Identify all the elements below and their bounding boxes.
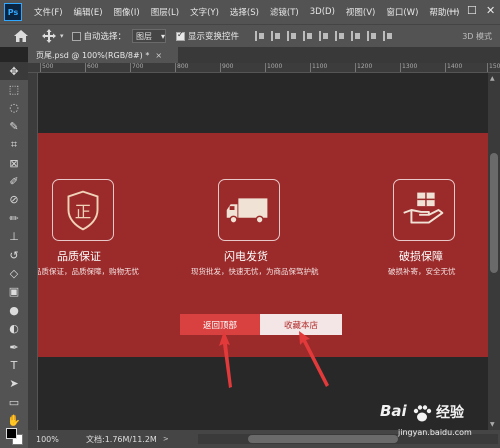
vertical-scrollbar[interactable]: ▲ ▼ bbox=[488, 73, 500, 430]
lasso-tool-icon[interactable]: ◌ bbox=[0, 99, 28, 117]
brush-tool-icon[interactable]: ✏ bbox=[0, 209, 28, 227]
maximize-button[interactable]: ☐ bbox=[467, 4, 477, 17]
ruler-tick: 800 bbox=[175, 63, 188, 72]
align-left-icon[interactable] bbox=[255, 31, 265, 41]
scroll-up-arrow-icon[interactable]: ▲ bbox=[490, 75, 495, 82]
ruler-tick: 1200 bbox=[355, 63, 372, 72]
menu-window[interactable]: 窗口(W) bbox=[386, 6, 418, 18]
watermark-brand: Bai bbox=[380, 402, 407, 420]
feature-desc-shipping: 现货批发，快速无忧，为商品保驾护航 bbox=[191, 267, 319, 276]
ruler-tick: 1500 bbox=[487, 63, 500, 72]
menu-view[interactable]: 视图(V) bbox=[346, 6, 375, 18]
crop-tool-icon[interactable]: ⌗ bbox=[0, 136, 28, 154]
close-window-button[interactable]: ✕ bbox=[486, 4, 495, 17]
shield-zheng-icon: 正 bbox=[52, 179, 114, 241]
pen-tool-icon[interactable]: ✒ bbox=[0, 338, 28, 356]
chevron-down-icon: ▾ bbox=[161, 31, 166, 41]
document-tab[interactable]: 页尾.psd @ 100%(RGB/8#) * × bbox=[28, 47, 178, 63]
ruler-tick: 1000 bbox=[265, 63, 282, 72]
distribute-bottom-icon[interactable] bbox=[383, 31, 393, 41]
menu-filter[interactable]: 滤镜(T) bbox=[270, 6, 299, 18]
ruler-tick: 1100 bbox=[310, 63, 327, 72]
menu-file[interactable]: 文件(F) bbox=[34, 6, 63, 18]
horizontal-ruler: 500 600 700 800 900 1000 1100 1200 1300 … bbox=[28, 63, 500, 73]
move-tool-icon[interactable] bbox=[42, 29, 56, 43]
frame-tool-icon[interactable]: ⊠ bbox=[0, 154, 28, 172]
watermark-brand-suffix: 经验 bbox=[436, 405, 464, 421]
auto-select-value: 图层 bbox=[136, 31, 153, 41]
horizontal-scroll-thumb[interactable] bbox=[248, 435, 398, 443]
shield-glyph: 正 bbox=[75, 203, 91, 222]
ruler-tick: 1400 bbox=[445, 63, 462, 72]
document-info: 文档:1.76M/11.2M bbox=[86, 434, 157, 444]
feature-title-damage: 破损保障 bbox=[399, 250, 443, 263]
align-right-icon[interactable] bbox=[287, 31, 297, 41]
status-menu-arrow-icon[interactable]: > bbox=[163, 435, 169, 443]
move-tool-icon[interactable]: ✥ bbox=[0, 62, 28, 81]
annotation-arrow-right bbox=[299, 331, 329, 387]
watermark-url: jingyan.baidu.com bbox=[398, 428, 472, 437]
healing-brush-icon[interactable]: ⊘ bbox=[0, 191, 28, 209]
auto-select-dropdown[interactable]: 图层 ▾ bbox=[132, 29, 167, 43]
menu-edit[interactable]: 编辑(E) bbox=[74, 6, 103, 18]
document-title: 页尾.psd @ 100%(RGB/8#) * bbox=[36, 50, 150, 60]
annotation-arrow-left bbox=[219, 331, 232, 388]
home-icon[interactable] bbox=[14, 30, 28, 42]
menu-select[interactable]: 选择(S) bbox=[230, 6, 259, 18]
baidu-jingyan-watermark: Bai 经验 jingyan.baidu.com bbox=[380, 402, 496, 444]
minimize-button[interactable]: — bbox=[448, 4, 459, 17]
document-canvas[interactable]: 正 品质保证 品质保证，品质保障，购物无忧 闪电发货 现货批发，快速无忧，为商品… bbox=[38, 73, 488, 430]
menu-layer[interactable]: 图层(L) bbox=[151, 6, 179, 18]
zoom-level[interactable]: 100% bbox=[36, 435, 66, 444]
align-top-icon[interactable] bbox=[303, 31, 313, 41]
feature-title-shipping: 闪电发货 bbox=[224, 250, 268, 263]
document-tab-bar: 页尾.psd @ 100%(RGB/8#) * × bbox=[28, 47, 500, 63]
auto-select-checkbox[interactable] bbox=[71, 31, 81, 41]
ruler-tick: 700 bbox=[130, 63, 143, 72]
chevron-down-icon[interactable]: ▾ bbox=[60, 32, 64, 40]
auto-select-label: 自动选择： bbox=[83, 32, 127, 42]
align-middle-icon[interactable] bbox=[319, 31, 329, 41]
path-select-icon[interactable]: ➤ bbox=[0, 375, 28, 393]
blur-tool-icon[interactable]: ● bbox=[0, 301, 28, 319]
type-tool-icon[interactable]: T bbox=[0, 356, 28, 374]
ruler-tick: 600 bbox=[85, 63, 98, 72]
options-bar: ▾ 自动选择： 图层 ▾ 显示变换控件 3D 模式 bbox=[0, 24, 500, 47]
vertical-ruler bbox=[28, 73, 38, 430]
marquee-tool-icon[interactable]: ⬚ bbox=[0, 80, 28, 98]
3d-mode-label: 3D 模式 bbox=[462, 32, 492, 41]
distribute-middle-icon[interactable] bbox=[367, 31, 377, 41]
align-bottom-icon[interactable] bbox=[335, 31, 345, 41]
history-brush-icon[interactable]: ↺ bbox=[0, 246, 28, 264]
photoshop-logo: Ps bbox=[4, 3, 22, 21]
foreground-color-swatch[interactable] bbox=[6, 428, 17, 439]
feature-desc-damage: 破损补寄，安全无忧 bbox=[388, 267, 456, 276]
menu-type[interactable]: 文字(Y) bbox=[190, 6, 219, 18]
align-center-icon[interactable] bbox=[271, 31, 281, 41]
close-tab-icon[interactable]: × bbox=[155, 51, 162, 60]
feature-desc-quality: 品质保证，品质保障，购物无忧 bbox=[38, 267, 139, 276]
ruler-tick: 900 bbox=[220, 63, 233, 72]
dodge-tool-icon[interactable]: ◐ bbox=[0, 319, 28, 337]
truck-icon bbox=[218, 179, 280, 241]
menu-3d[interactable]: 3D(D) bbox=[310, 7, 335, 17]
menu-bar: Ps 文件(F) 编辑(E) 图像(I) 图层(L) 文字(Y) 选择(S) 滤… bbox=[0, 0, 500, 24]
vertical-scroll-thumb[interactable] bbox=[490, 153, 498, 273]
menu-image[interactable]: 图像(I) bbox=[114, 6, 140, 18]
clone-stamp-icon[interactable]: ⊥ bbox=[0, 228, 28, 246]
feature-title-quality: 品质保证 bbox=[57, 250, 101, 263]
ruler-tick: 500 bbox=[40, 63, 53, 72]
distribute-icon[interactable] bbox=[351, 31, 361, 41]
show-transform-checkbox[interactable] bbox=[176, 30, 186, 41]
paw-logo-icon bbox=[413, 405, 432, 422]
gift-hand-icon bbox=[393, 179, 455, 241]
show-transform-label: 显示变换控件 bbox=[188, 32, 240, 42]
tools-panel: ✥ ⬚ ◌ ✎ ⌗ ⊠ ✐ ⊘ ✏ ⊥ ↺ ◇ ▣ ● ◐ ✒ T ➤ ▭ ✋ bbox=[0, 62, 28, 448]
ruler-tick: 1300 bbox=[400, 63, 417, 72]
quick-select-tool-icon[interactable]: ✎ bbox=[0, 117, 28, 135]
eyedropper-tool-icon[interactable]: ✐ bbox=[0, 172, 28, 190]
gradient-tool-icon[interactable]: ▣ bbox=[0, 283, 28, 301]
eraser-tool-icon[interactable]: ◇ bbox=[0, 264, 28, 282]
rectangle-tool-icon[interactable]: ▭ bbox=[0, 393, 28, 411]
